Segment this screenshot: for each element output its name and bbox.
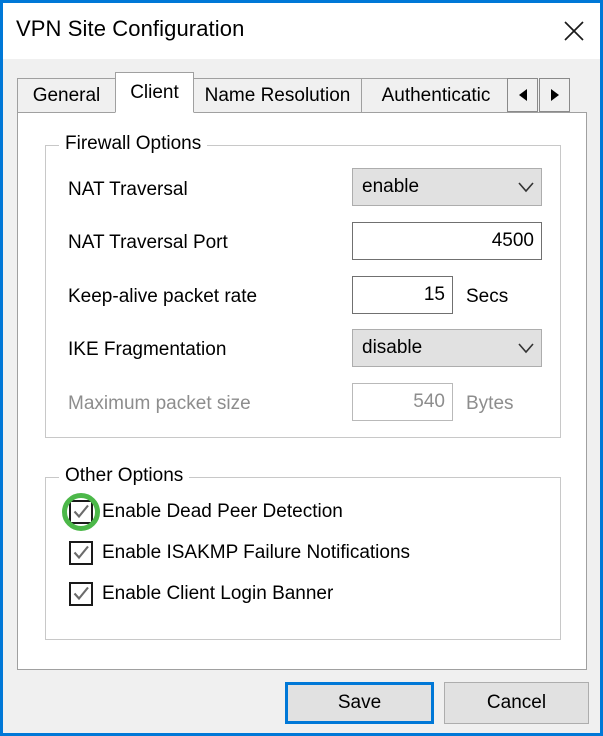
- nat-traversal-select[interactable]: enable: [352, 168, 542, 206]
- firewall-options-group: Firewall Options NAT Traversal enable NA…: [45, 133, 561, 438]
- checkbox-enable-dead-peer-detection[interactable]: Enable Dead Peer Detection: [69, 500, 343, 524]
- tab-authentication-label: Authenticatic: [381, 84, 491, 106]
- tab-scroll-left-button[interactable]: [507, 78, 538, 112]
- keep-alive-unit-label: Secs: [466, 286, 509, 307]
- dialog-client-area: General Name Resolution Authenticatic Cl…: [3, 59, 600, 733]
- tab-name-resolution[interactable]: Name Resolution: [193, 78, 362, 112]
- close-icon[interactable]: [548, 3, 600, 59]
- triangle-left-icon: [518, 89, 527, 101]
- maximum-packet-size-label: Maximum packet size: [68, 393, 251, 414]
- tab-name-resolution-label: Name Resolution: [204, 84, 351, 106]
- checkbox-checked-icon: [69, 541, 93, 565]
- ike-fragmentation-label: IKE Fragmentation: [68, 339, 227, 360]
- keep-alive-packet-rate-label: Keep-alive packet rate: [68, 286, 258, 307]
- other-options-group: Other Options Enable Dead Peer Detection: [45, 465, 561, 640]
- checkbox-enable-dead-peer-detection-label: Enable Dead Peer Detection: [102, 501, 343, 522]
- tab-strip: General Name Resolution Authenticatic Cl…: [17, 72, 587, 113]
- nat-traversal-port-input[interactable]: 4500: [352, 222, 542, 260]
- checkbox-enable-client-login-banner[interactable]: Enable Client Login Banner: [69, 582, 333, 606]
- tab-general-label: General: [32, 84, 101, 106]
- firewall-options-legend: Firewall Options: [59, 133, 208, 155]
- ike-fragmentation-value: disable: [362, 337, 423, 358]
- nat-traversal-port-value: 4500: [491, 230, 534, 251]
- nat-traversal-label: NAT Traversal: [68, 179, 188, 200]
- checkbox-enable-isakmp-failure-notifications-label: Enable ISAKMP Failure Notifications: [102, 542, 411, 563]
- window-title: VPN Site Configuration: [16, 16, 245, 41]
- tab-general[interactable]: General: [17, 78, 116, 112]
- cancel-button-label: Cancel: [486, 692, 547, 713]
- save-button-label: Save: [337, 692, 382, 713]
- checkbox-enable-isakmp-failure-notifications[interactable]: Enable ISAKMP Failure Notifications: [69, 541, 410, 565]
- checkbox-enable-client-login-banner-label: Enable Client Login Banner: [102, 583, 334, 604]
- triangle-right-icon: [550, 89, 559, 101]
- other-options-legend: Other Options: [59, 465, 190, 487]
- keep-alive-packet-rate-value: 15: [423, 284, 445, 305]
- tab-client-label: Client: [130, 81, 179, 103]
- keep-alive-packet-rate-input[interactable]: 15: [352, 276, 453, 314]
- chevron-down-icon: [511, 181, 541, 193]
- maximum-packet-size-value: 540: [413, 391, 445, 412]
- cancel-button[interactable]: Cancel: [444, 682, 589, 724]
- vpn-site-configuration-window: VPN Site Configuration General Name Reso…: [0, 0, 603, 736]
- checkbox-checked-icon: [69, 582, 93, 606]
- maximum-packet-size-input: 540: [352, 383, 453, 421]
- chevron-down-icon: [511, 342, 541, 354]
- nat-traversal-value: enable: [362, 176, 420, 197]
- save-button[interactable]: Save: [285, 682, 434, 724]
- maximum-packet-size-unit-label: Bytes: [466, 393, 514, 414]
- checkbox-checked-icon: [69, 500, 93, 524]
- tab-client[interactable]: Client: [115, 72, 194, 113]
- ike-fragmentation-select[interactable]: disable: [352, 329, 542, 367]
- nat-traversal-port-label: NAT Traversal Port: [68, 232, 228, 253]
- tab-scroll-right-button[interactable]: [539, 78, 570, 112]
- title-bar: VPN Site Configuration: [3, 3, 600, 59]
- tab-authentication[interactable]: Authenticatic: [361, 78, 511, 112]
- tab-page-client: Firewall Options NAT Traversal enable NA…: [17, 112, 587, 670]
